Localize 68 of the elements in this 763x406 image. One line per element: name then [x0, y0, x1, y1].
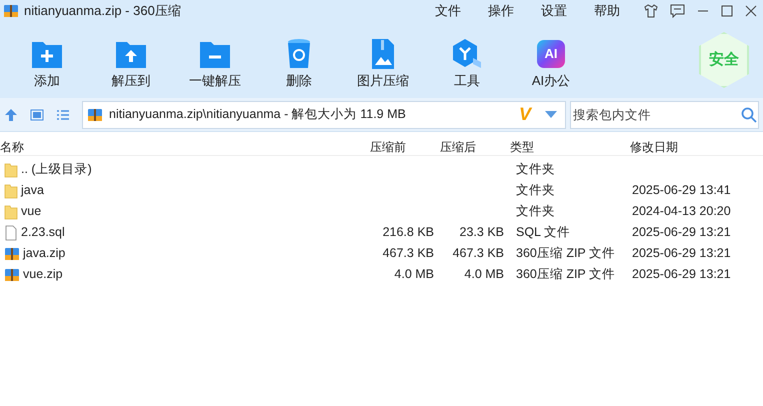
search-icon[interactable]: [741, 106, 757, 122]
file-name[interactable]: java: [21, 181, 44, 200]
maximize-icon[interactable]: [721, 5, 733, 17]
folder-minus-icon: [199, 39, 231, 69]
hexagon-icon: [451, 38, 483, 70]
close-icon[interactable]: [745, 5, 757, 17]
table-cell: 360压缩 ZIP 文件: [516, 267, 616, 282]
dropdown-caret-icon[interactable]: [545, 110, 557, 118]
folder-icon: [4, 162, 18, 178]
table-cell: 文件夹: [516, 162, 555, 176]
column-header[interactable]: 压缩后: [438, 138, 508, 156]
table-cell: 文件夹: [516, 204, 555, 218]
menu-item[interactable]: 文件: [435, 1, 461, 21]
file-name[interactable]: 2.23.sql: [21, 223, 65, 242]
address-bar[interactable]: nitianyuanma.zip\nitianyuanma - 解包大小为 11.9 MB V: [82, 100, 566, 128]
toolbar-button[interactable]: AI AI办公: [509, 28, 593, 92]
toolbar-button[interactable]: 图片压缩: [341, 28, 425, 92]
column-header[interactable]: 修改日期: [628, 138, 758, 156]
folder-upload-icon: [115, 39, 147, 69]
table-cell: 文件夹: [516, 183, 555, 198]
archive-icon: [4, 266, 20, 282]
menu-item[interactable]: 帮助: [594, 1, 620, 21]
up-arrow-icon[interactable]: [4, 108, 18, 122]
table-cell: 467.3 KB: [452, 246, 504, 260]
table-cell: 360压缩 ZIP 文件: [516, 246, 616, 260]
table-cell: 216.8 KB: [382, 225, 434, 240]
file-name[interactable]: .. (上级目录): [21, 160, 92, 179]
table-cell: 2025-06-29 13:21: [632, 267, 731, 282]
table-cell: 467.3 KB: [382, 246, 434, 260]
ai-logo: AI: [537, 40, 565, 68]
address-path: nitianyuanma.zip\nitianyuanma - 解包大小为 11.9 MB: [109, 106, 406, 124]
toolbar-button[interactable]: 工具: [425, 28, 509, 92]
column-header[interactable]: 压缩前: [368, 138, 438, 156]
archive-icon: [4, 246, 20, 262]
document-icon: [4, 224, 18, 240]
file-name[interactable]: java.zip: [23, 244, 66, 263]
logo: V: [518, 103, 531, 126]
archive-icon: [87, 106, 103, 122]
table-cell: 2024-04-13 20:20: [632, 204, 731, 218]
toolbar-button[interactable]: 添加: [5, 28, 89, 92]
menu-item[interactable]: 操作: [488, 1, 514, 21]
folder-plus-icon: [31, 39, 63, 69]
table-cell: 2025-06-29 13:21: [632, 246, 731, 260]
folder-icon: [4, 204, 18, 220]
toolbar-button[interactable]: 一键解压: [173, 28, 257, 92]
window-title: nitianyuanma.zip - 360压缩: [24, 2, 181, 20]
list-view-icon[interactable]: [56, 108, 70, 122]
file-name[interactable]: vue.zip: [23, 265, 63, 284]
menu-item[interactable]: 设置: [541, 1, 567, 21]
column-header[interactable]: 名称: [0, 138, 368, 156]
feedback-icon[interactable]: [670, 4, 685, 18]
table-cell: 4.0 MB: [394, 267, 434, 282]
table-cell: 2025-06-29 13:41: [632, 183, 731, 198]
folder-icon: [4, 182, 18, 198]
file-name[interactable]: vue: [21, 202, 42, 221]
column-header[interactable]: 类型: [508, 138, 628, 156]
table-cell: 4.0 MB: [464, 267, 504, 282]
table-cell: 2025-06-29 13:21: [632, 225, 731, 240]
search-field[interactable]: 搜索包内文件: [570, 100, 759, 128]
detail-view-icon[interactable]: [30, 108, 44, 122]
archive-icon: [3, 3, 19, 19]
image-file-icon: [370, 38, 396, 70]
recycle-bin-icon: [286, 38, 312, 70]
table-cell: SQL 文件: [516, 225, 570, 240]
shirt-icon[interactable]: [644, 4, 658, 18]
toolbar-button[interactable]: 解压到: [89, 28, 173, 92]
toolbar-button[interactable]: 删除: [257, 28, 341, 92]
table-cell: 23.3 KB: [460, 225, 504, 240]
